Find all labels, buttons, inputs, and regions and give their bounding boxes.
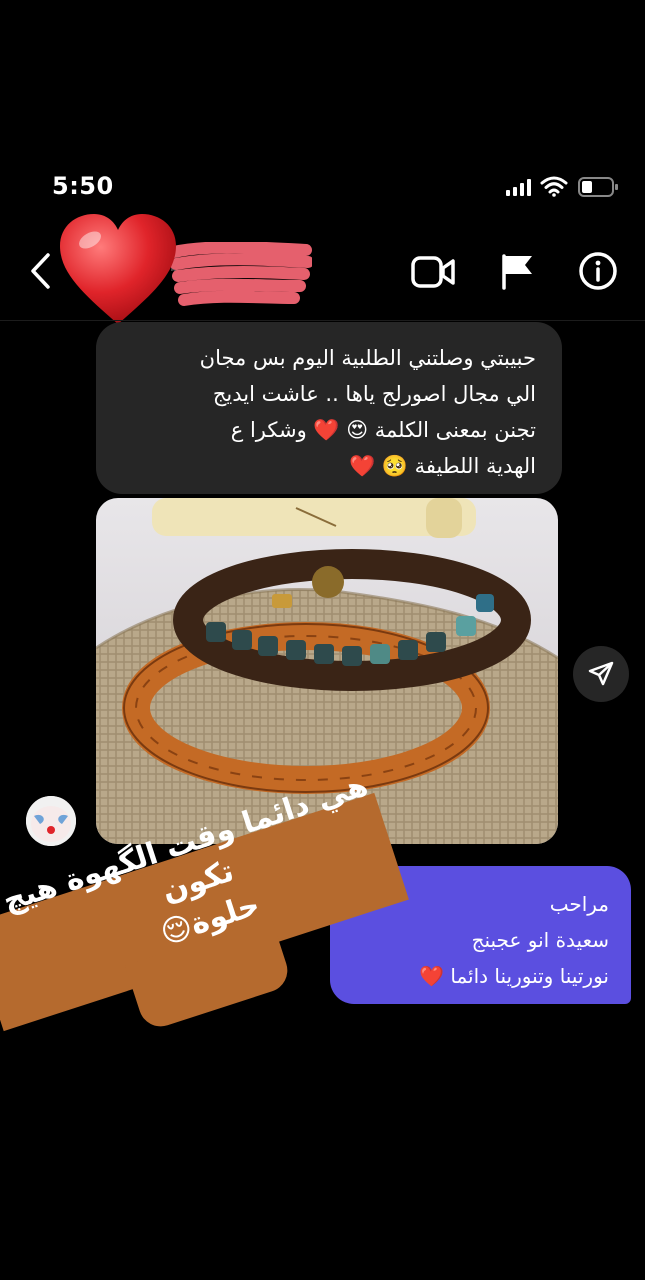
message-line: حبيبتي وصلتني الطلبية اليوم بس مجان xyxy=(199,346,536,370)
cellular-signal-icon xyxy=(506,178,531,196)
info-icon[interactable] xyxy=(578,251,618,291)
share-button[interactable] xyxy=(573,646,629,702)
video-call-icon[interactable] xyxy=(410,254,456,290)
message-line: الهدية اللطيفة 🥺 ❤️ xyxy=(349,454,536,478)
header-divider xyxy=(0,320,645,321)
message-line: سعيدة انو عجبنج xyxy=(471,928,609,952)
back-chevron-icon[interactable] xyxy=(26,252,56,290)
status-time: 5:50 xyxy=(52,172,114,200)
redaction-scribble xyxy=(170,242,312,306)
message-line: الي مجال اصورلج ياها .. عاشت ايديج xyxy=(212,382,536,406)
message-line: تجنن بمعنى الكلمة 😍 ❤️ وشكرا ع xyxy=(230,418,536,442)
battery-icon xyxy=(578,177,618,197)
incoming-message-bubble[interactable]: حبيبتي وصلتني الطلبية اليوم بس مجان الي … xyxy=(96,322,562,494)
wifi-icon xyxy=(540,176,568,197)
avatar[interactable] xyxy=(26,796,76,846)
heart-icon xyxy=(60,214,176,324)
share-arrow-icon xyxy=(588,661,614,686)
flag-icon[interactable] xyxy=(500,252,536,290)
avatar-image xyxy=(26,796,76,846)
message-line: نورتينا وتنورينا دائما ❤️ xyxy=(419,964,609,988)
